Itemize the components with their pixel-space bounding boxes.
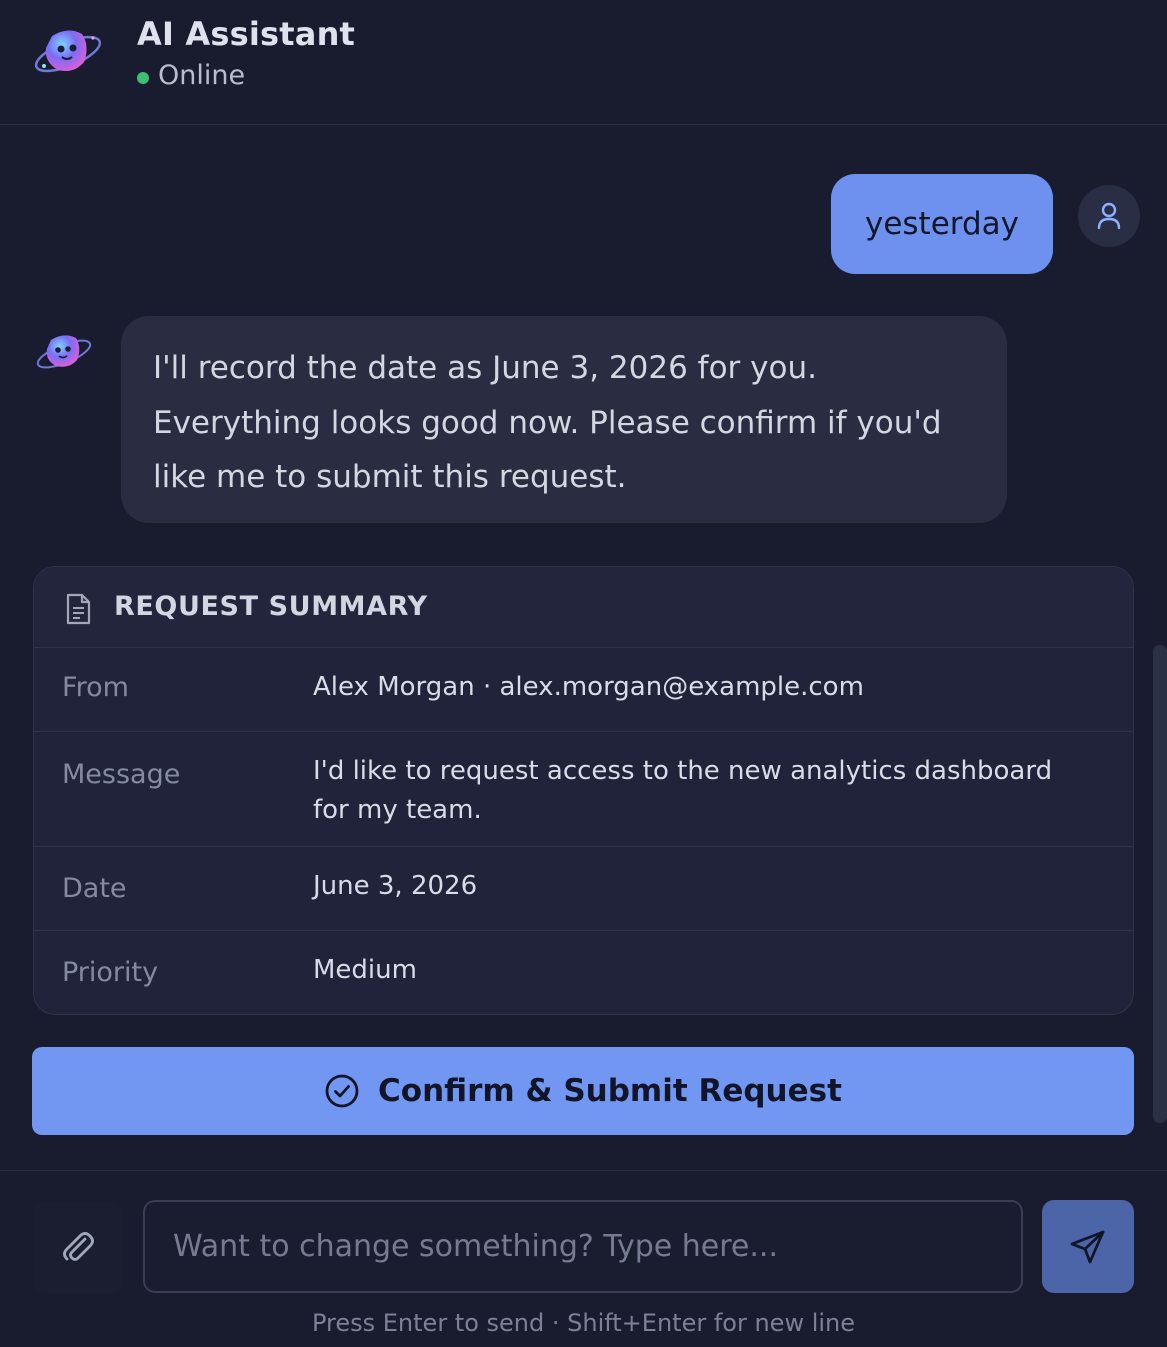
assistant-name: AI Assistant: [137, 15, 356, 53]
status-dot: [137, 72, 149, 84]
row-value: I'd like to request access to the new an…: [313, 756, 1053, 825]
row-value: Medium: [313, 955, 417, 985]
document-icon: [66, 593, 91, 625]
summary-row-priority: Priority Medium: [34, 931, 1133, 1014]
row-value: June 3, 2026: [313, 871, 478, 901]
summary-row-message: Message I'd like to request access to th…: [34, 732, 1133, 847]
message-input[interactable]: [143, 1200, 1023, 1293]
planet-mascot-icon: [34, 30, 102, 73]
chat-app: AI Assistant Online yesterday I'll recor…: [0, 0, 1167, 1347]
chat-scrollbar[interactable]: [1153, 645, 1167, 1123]
confirm-submit-button[interactable]: Confirm & Submit Request: [32, 1047, 1134, 1135]
row-label: Date: [62, 873, 127, 904]
send-icon: [1070, 1230, 1105, 1263]
row-label: Message: [62, 759, 181, 790]
row-label: Priority: [62, 957, 159, 988]
user-icon: [1097, 202, 1121, 230]
chat-header: AI Assistant Online: [0, 0, 1167, 125]
paperclip-icon: [63, 1232, 94, 1261]
attach-button[interactable]: [33, 1201, 123, 1293]
send-button[interactable]: [1042, 1200, 1134, 1293]
planet-mascot-icon: [36, 335, 92, 369]
status-text: Online: [158, 60, 246, 91]
row-label: From: [62, 672, 129, 703]
user-avatar: [1078, 185, 1140, 247]
composer-hint: Press Enter to send · Shift+Enter for ne…: [311, 1309, 856, 1337]
summary-row-date: Date June 3, 2026: [34, 847, 1133, 931]
request-summary-card: REQUEST SUMMARY From Alex Morgan · alex.…: [33, 566, 1134, 1015]
row-value: Alex Morgan · alex.morgan@example.com: [313, 672, 864, 702]
user-message-bubble: yesterday: [831, 174, 1053, 274]
summary-header: REQUEST SUMMARY: [34, 567, 1133, 648]
confirm-button-label: Confirm & Submit Request: [378, 1073, 842, 1109]
summary-title: REQUEST SUMMARY: [114, 591, 428, 622]
summary-row-from: From Alex Morgan · alex.morgan@example.c…: [34, 648, 1133, 732]
check-circle-icon: [324, 1073, 360, 1109]
assistant-message-bubble: I'll record the date as June 3, 2026 for…: [121, 316, 1007, 523]
